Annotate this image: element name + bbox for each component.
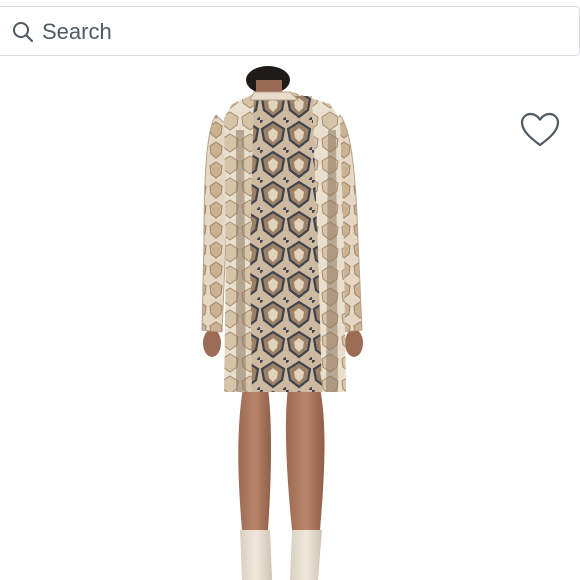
product-page [0,0,580,580]
search-input[interactable] [42,17,562,47]
product-photo [201,66,363,580]
favorite-heart-icon[interactable] [519,111,561,149]
search-bar[interactable] [0,6,580,56]
search-icon[interactable] [12,21,34,43]
